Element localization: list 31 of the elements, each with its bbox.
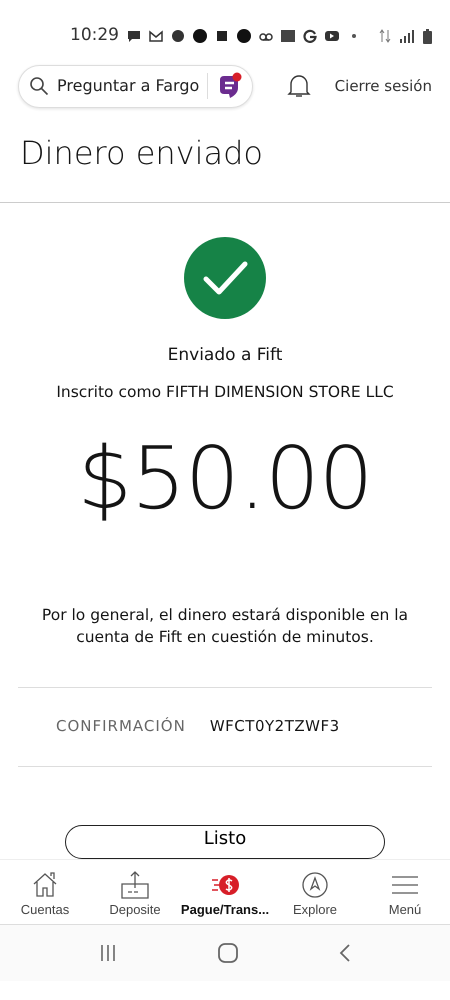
back-icon[interactable] [339,943,352,963]
bell-icon[interactable] [286,73,311,99]
logout-link[interactable]: Cierre sesión [334,74,432,98]
done-button[interactable]: Listo [65,824,385,859]
nav-tab[interactable]: Deposite [90,860,180,924]
deposit-icon [120,870,150,900]
status-time: 10:29 [70,24,119,48]
confirmation-number: WFCT0Y2TZWF3 [210,716,340,738]
data-icon [379,29,391,43]
chat-icon [127,29,141,43]
video-icon [325,29,339,43]
google-icon [303,29,317,43]
checkmark-icon [184,237,266,319]
confirmation-label: CONFIRMACIÓN [56,716,186,738]
home-button-icon[interactable] [218,943,238,963]
mail-icon [149,29,163,43]
nav-tab[interactable]: Menú [360,860,450,924]
amount: $50.00 [78,436,372,522]
nav-tab[interactable]: Pague/Trans... [180,860,270,924]
compass-icon [300,870,330,900]
enrolled-name: Inscrito como FIFTH DIMENSION STORE LLC [56,382,394,402]
page-title: Dinero enviado [19,133,264,174]
signal-icon [399,29,415,43]
sent-heading: Enviado a Fift [168,344,282,367]
search-icon [29,76,49,96]
battery-icon [423,28,432,44]
search-field[interactable]: Preguntar a Fargo [18,64,254,108]
recent-apps-icon[interactable] [98,944,117,962]
availability-note: Por lo general, el dinero estará disponible en la cuenta de Fift en cuestión de minutos. [40,604,410,648]
nav-tab[interactable]: Cuentas [0,860,90,924]
nav-tab[interactable]: Explore [270,860,360,924]
